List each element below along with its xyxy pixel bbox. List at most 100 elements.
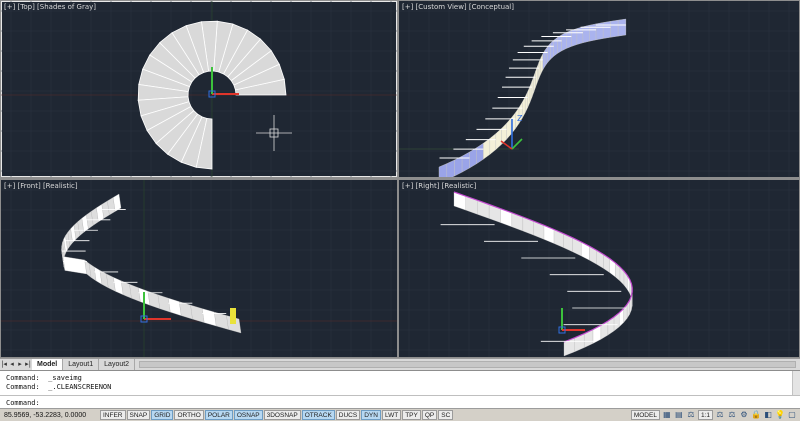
divider [0, 395, 800, 396]
next-tab-icon[interactable]: ▸ [16, 359, 24, 370]
workspace-switching-icon[interactable]: ⚙ [739, 410, 749, 420]
toggle-3dosnap[interactable]: 3DOSNAP [263, 410, 301, 420]
stair-segment [190, 304, 205, 323]
spiral-stair-conceptual [438, 18, 627, 177]
spiral-stair-right [440, 191, 633, 357]
viewport-right[interactable]: [+] [Right] [Realistic] [399, 180, 799, 357]
stair-segment [495, 128, 502, 151]
viewport-top-label[interactable]: [+] [Top] [Shades of Gray] [4, 3, 96, 11]
selected-highlight [230, 308, 236, 324]
viewport-custom[interactable]: [+] [Custom View] [Conceptual] Z [399, 1, 799, 177]
grid-lines [1, 180, 397, 357]
stair-segment [617, 18, 627, 37]
stair-segment [511, 212, 524, 232]
right-view-canvas [399, 180, 799, 357]
stair-segment [540, 53, 544, 74]
toggle-sc[interactable]: SC [438, 410, 454, 420]
stair-segment [214, 311, 229, 330]
stair-segment [476, 142, 484, 165]
stair-segment [553, 37, 558, 57]
tab-layout2[interactable]: Layout2 [99, 359, 136, 370]
status-bar: 85.9569, -53.2283, 0.0000 INFER SNAP GRID O… [0, 408, 800, 421]
quick-view-layouts-icon[interactable]: ▦ [662, 410, 672, 420]
annotation-visibility-icon[interactable]: ⚖ [715, 410, 725, 420]
stair-segment [500, 208, 513, 228]
tab-model[interactable]: Model [32, 359, 64, 370]
stair-segment [602, 21, 611, 39]
stair-segment [531, 76, 535, 98]
toggle-otrack[interactable]: OTRACK [301, 410, 335, 420]
model-space-button[interactable]: MODEL [630, 410, 660, 420]
auto-scale-icon[interactable]: ⚖ [727, 410, 737, 420]
stair-segment [489, 133, 497, 155]
stair-segment [561, 32, 567, 52]
top-view-canvas [1, 1, 397, 177]
stair-segment [571, 28, 578, 47]
tab-layout1[interactable]: Layout1 [63, 359, 100, 370]
status-tray: MODEL ▦ ▤ ⚖ 1:1 ⚖ ⚖ ⚙ 🔒 ◧ 💡 ▢ [630, 410, 800, 420]
stair-segment [202, 308, 217, 327]
viewport-top[interactable]: [+] [Top] [Shades of Gray] [1, 1, 397, 177]
front-view-canvas [1, 180, 397, 357]
layout-tabs-bar: |◂ ◂ ▸ ▸| Model Layout1 Layout2 [0, 358, 800, 370]
command-history-line: Command: _.CLEANSCREENON [6, 383, 112, 391]
viewport-front[interactable]: [+] [Front] [Realistic] [1, 180, 397, 357]
stair-segment [550, 39, 554, 60]
clean-screen-icon[interactable]: ▢ [787, 410, 797, 420]
stair-segment [454, 155, 463, 177]
stair-segment [525, 91, 528, 113]
stair-segment [168, 297, 182, 316]
stair-segment [465, 195, 478, 215]
stair-segment [527, 86, 531, 108]
viewport-custom-label[interactable]: [+] [Custom View] [Conceptual] [402, 3, 514, 11]
stair-segment [538, 57, 542, 79]
custom-view-canvas: Z [399, 1, 799, 177]
stair-segment [582, 24, 590, 44]
command-history-scrollbar[interactable] [792, 371, 800, 395]
stair-segment [610, 19, 619, 38]
toggle-snap[interactable]: SNAP [126, 410, 151, 420]
stair-segment [529, 81, 533, 103]
command-history-line: Command: _saveimg [6, 374, 82, 382]
quick-view-drawings-icon[interactable]: ▤ [674, 410, 684, 420]
toggle-lwt[interactable]: LWT [381, 410, 402, 420]
isolate-objects-icon[interactable]: 💡 [775, 410, 785, 420]
toggle-ortho[interactable]: ORTHO [174, 410, 204, 420]
toggle-dyn[interactable]: DYN [361, 410, 381, 420]
stair-segment [446, 159, 455, 177]
toggle-qp[interactable]: QP [421, 410, 438, 420]
command-input[interactable]: Command: [6, 399, 40, 407]
stair-segment [453, 191, 466, 211]
viewport-right-label[interactable]: [+] [Right] [Realistic] [402, 182, 476, 190]
annotation-scale-icon[interactable]: ⚖ [686, 410, 696, 420]
toggle-grid[interactable]: GRID [151, 410, 174, 420]
toggle-osnap[interactable]: OSNAP [233, 410, 263, 420]
stair-segment [506, 117, 512, 140]
viewport-front-label[interactable]: [+] [Front] [Realistic] [4, 182, 78, 190]
stair-segment [557, 34, 562, 54]
last-tab-icon[interactable]: ▸| [24, 359, 32, 370]
svg-text:Z: Z [517, 114, 523, 123]
first-tab-icon[interactable]: |◂ [0, 359, 8, 370]
autocad-window: [+] [Top] [Shades of Gray] [+] [Custom V… [0, 0, 800, 421]
annotation-scale-dropdown[interactable]: 1:1 [697, 410, 713, 420]
coordinate-readout[interactable]: 85.9569, -53.2283, 0.0000 [0, 412, 100, 419]
stair-segment [542, 49, 546, 71]
stair-segment [461, 151, 470, 173]
stair-segment [544, 45, 548, 67]
toggle-ducs[interactable]: DUCS [335, 410, 361, 420]
horizontal-scrollbar[interactable] [139, 361, 796, 368]
stair-segment [488, 204, 501, 223]
toggle-infer[interactable]: INFER [100, 410, 126, 420]
stair-segment [147, 290, 161, 309]
lock-icon[interactable]: 🔒 [751, 410, 761, 420]
toggle-tpy[interactable]: TPY [402, 410, 421, 420]
stair-segment [62, 256, 87, 275]
toggle-polar[interactable]: POLAR [204, 410, 233, 420]
stair-segment [438, 163, 448, 177]
previous-tab-icon[interactable]: ◂ [8, 359, 16, 370]
stair-segment [589, 23, 597, 42]
crosshair-cursor-icon [256, 115, 292, 151]
stair-segment [179, 301, 193, 320]
hardware-acceleration-icon[interactable]: ◧ [763, 410, 773, 420]
